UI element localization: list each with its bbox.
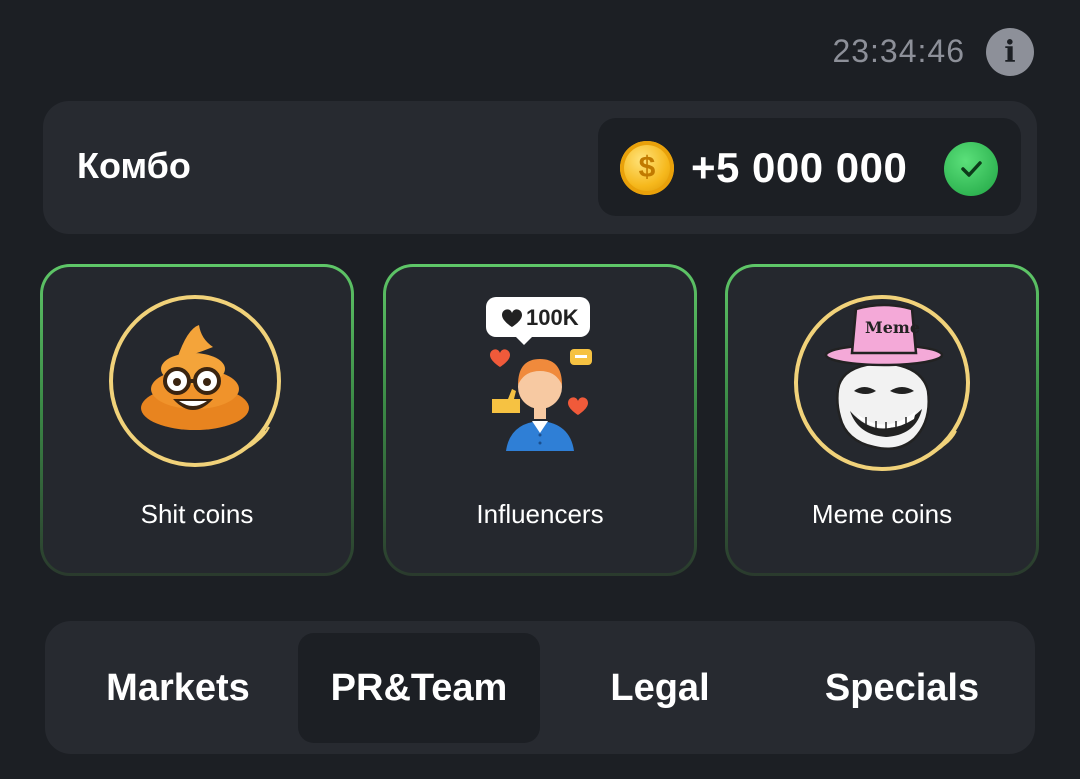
card-label: Influencers — [476, 499, 604, 529]
likes-badge-text: 100K — [526, 305, 579, 330]
troll-face-icon: Meme — [792, 293, 972, 473]
tab-pr-team[interactable]: PR&Team — [298, 633, 540, 743]
tab-legal[interactable]: Legal — [539, 633, 781, 743]
card-influencers[interactable]: 100K Influencers — [383, 264, 697, 576]
card-meme-coins[interactable]: Meme Meme coins — [725, 264, 1039, 576]
card-label: Meme coins — [811, 499, 953, 529]
tab-markets[interactable]: Markets — [57, 633, 299, 743]
meme-hat-text: Meme — [865, 318, 920, 337]
influencer-icon: 100K — [450, 293, 630, 473]
poop-emoji-icon — [107, 293, 287, 473]
category-tabs: Markets PR&Team Legal Specials — [45, 621, 1035, 754]
card-shit-coins[interactable]: Shit coins — [40, 264, 354, 576]
tab-specials[interactable]: Specials — [781, 633, 1023, 743]
card-label: Shit coins — [140, 499, 254, 529]
